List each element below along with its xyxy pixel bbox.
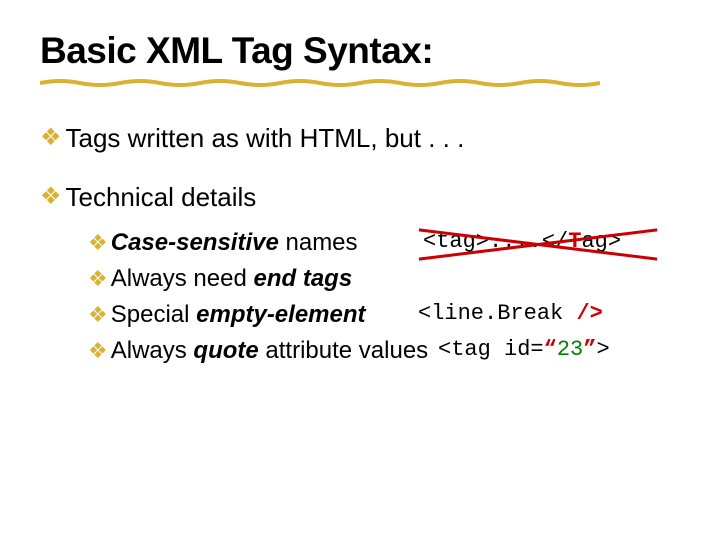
emphasis-text: quote (193, 337, 258, 364)
bullet-icon: ❖ (88, 301, 108, 329)
plain-text: Always (111, 337, 194, 364)
code-text: <tag id= (438, 337, 544, 362)
bullet-level1: ❖ Tags written as with HTML, but . . . (40, 123, 680, 154)
sub-bullet: ❖ Always quote attribute values <tag id=… (88, 337, 680, 365)
plain-text: Always need (111, 265, 254, 292)
sub-bullet-text: Special empty-element (111, 301, 366, 329)
code-value-text: 23 (557, 337, 583, 362)
emphasis-text: empty-element (196, 301, 365, 328)
bullet-level1: ❖ Technical details (40, 182, 680, 213)
sub-bullet-text: Case-sensitive names (111, 229, 358, 257)
slide-body: ❖ Tags written as with HTML, but . . . ❖… (40, 123, 680, 365)
sub-bullet-list: ❖ Case-sensitive names <tag>....</Tag> ❖… (88, 229, 680, 365)
sub-bullet: ❖ Always need end tags (88, 265, 680, 293)
bullet-icon: ❖ (40, 123, 62, 153)
bullet-icon: ❖ (88, 265, 108, 293)
code-example-empty: <line.Break /> (418, 301, 603, 326)
sub-bullet-text: Always need end tags (111, 265, 352, 293)
code-highlight-text: /> (576, 301, 602, 326)
bullet-icon: ❖ (40, 182, 62, 212)
bullet-icon: ❖ (88, 229, 108, 257)
plain-text: names (279, 229, 358, 256)
sub-bullet-text: Always quote attribute values (111, 337, 428, 365)
code-text: <line.Break (418, 301, 576, 326)
emphasis-text: Case-sensitive (111, 229, 279, 256)
plain-text: attribute values (259, 337, 428, 364)
sub-bullet: ❖ Case-sensitive names <tag>....</Tag> (88, 229, 680, 257)
emphasis-text: end tags (253, 265, 352, 292)
slide-container: Basic XML Tag Syntax: ❖ Tags written as … (0, 0, 720, 365)
title-underline (40, 78, 600, 88)
strikethrough-x-icon (418, 227, 658, 259)
code-example-quote: <tag id=“23”> (438, 337, 610, 362)
plain-text: Special (111, 301, 196, 328)
bullet-text: Technical details (66, 182, 257, 213)
code-text: > (596, 337, 609, 362)
code-highlight-text: ” (583, 337, 596, 362)
sub-bullet: ❖ Special empty-element <line.Break /> (88, 301, 680, 329)
bullet-text: Tags written as with HTML, but . . . (66, 123, 465, 154)
slide-title: Basic XML Tag Syntax: (40, 30, 680, 72)
code-highlight-text: “ (544, 337, 557, 362)
bullet-icon: ❖ (88, 337, 108, 365)
